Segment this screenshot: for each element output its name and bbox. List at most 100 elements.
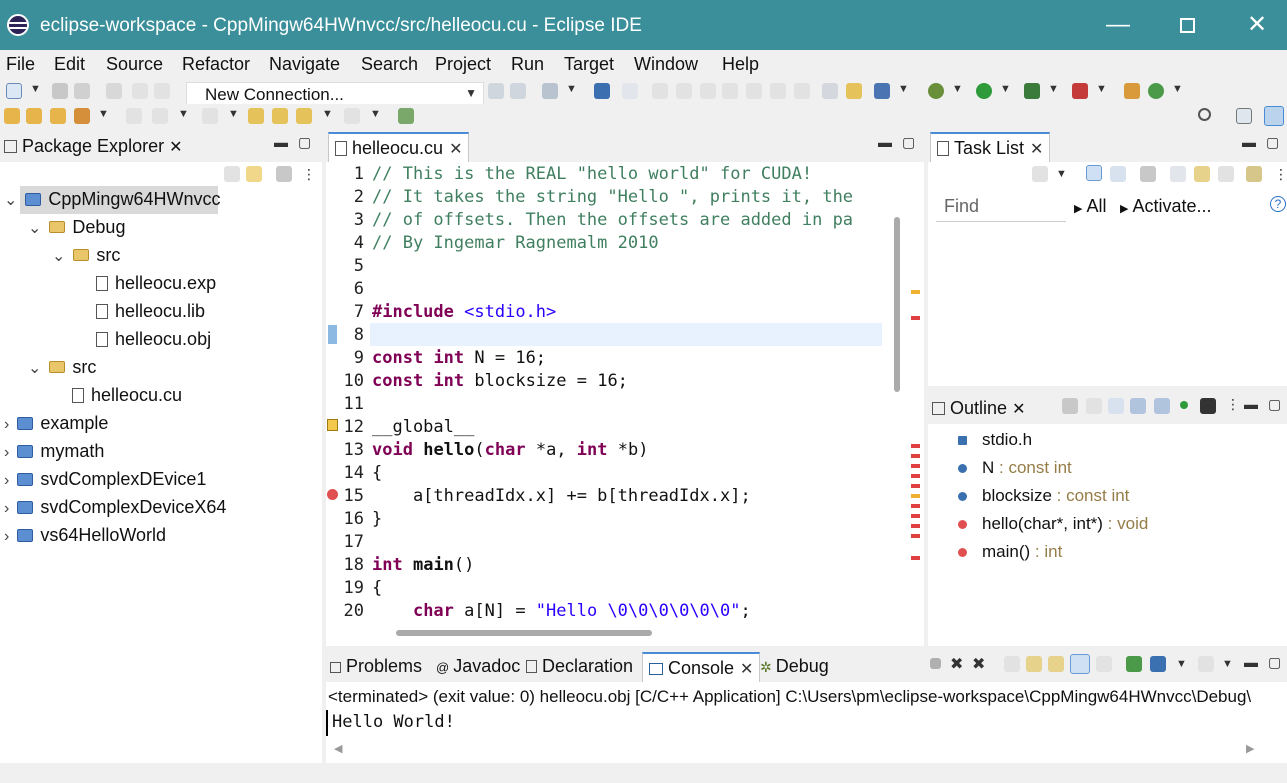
link-outline-icon[interactable] bbox=[1062, 398, 1078, 414]
menu-window[interactable]: Window bbox=[634, 54, 698, 75]
chevron-down-icon[interactable]: ⌄ bbox=[28, 360, 41, 377]
outline-item[interactable]: hello(char*, int*) : void bbox=[982, 514, 1148, 534]
terminal-icon[interactable] bbox=[594, 83, 610, 99]
tab-outline[interactable]: Outline ✕ bbox=[932, 398, 1025, 419]
open-type-icon[interactable] bbox=[26, 108, 42, 124]
tree-item[interactable]: ⌄ CppMingw64HWnvcc bbox=[4, 189, 220, 210]
overview-error-marker[interactable] bbox=[911, 474, 920, 478]
open-folder-icon[interactable] bbox=[4, 108, 20, 124]
code-editor[interactable]: 1 // This is the REAL "hello world" for C… bbox=[326, 162, 924, 618]
maximize-view-icon[interactable]: ▢ bbox=[1266, 134, 1279, 151]
sort-icon[interactable] bbox=[1108, 398, 1124, 414]
chevron-right-icon[interactable]: › bbox=[4, 500, 9, 517]
tree-item[interactable]: › vs64HelloWorld bbox=[4, 525, 166, 546]
step-into-icon[interactable] bbox=[746, 83, 762, 99]
display-console-icon[interactable] bbox=[1150, 656, 1166, 672]
launch-dropdown-icon[interactable]: ▼ bbox=[566, 83, 577, 95]
skip-breakpoints-icon[interactable] bbox=[622, 83, 638, 99]
build-icon[interactable] bbox=[106, 83, 122, 99]
chevron-down-icon[interactable]: ⌄ bbox=[28, 220, 41, 237]
scroll-left-icon[interactable]: ◀ bbox=[334, 742, 342, 755]
show-stdout-icon[interactable] bbox=[1070, 654, 1090, 674]
refresh-dropdown-icon[interactable]: ▼ bbox=[1172, 83, 1183, 95]
overview-error-marker[interactable] bbox=[911, 524, 920, 528]
menu-run[interactable]: Run bbox=[511, 54, 544, 75]
overview-error-marker[interactable] bbox=[911, 514, 920, 518]
sync-icon[interactable] bbox=[1194, 166, 1210, 182]
activate-link[interactable]: ▶ Activate... bbox=[1120, 196, 1212, 217]
tab-problems[interactable]: Problems bbox=[330, 656, 422, 677]
outline-item[interactable]: blocksize : const int bbox=[982, 486, 1129, 506]
tab-package-explorer[interactable]: Package Explorer ✕ bbox=[4, 136, 183, 157]
outline-item[interactable]: N : const int bbox=[982, 458, 1072, 478]
c-cpp-perspective-icon[interactable] bbox=[1264, 106, 1284, 126]
new-class-icon[interactable] bbox=[874, 83, 890, 99]
scroll-lock-icon[interactable] bbox=[1026, 656, 1042, 672]
display-console-dropdown-icon[interactable]: ▼ bbox=[1176, 658, 1187, 670]
open-element-icon[interactable] bbox=[50, 108, 66, 124]
tree-item[interactable]: › mymath bbox=[4, 441, 104, 462]
overview-error-marker[interactable] bbox=[911, 504, 920, 508]
overview-error-marker[interactable] bbox=[911, 454, 920, 458]
overview-error-marker[interactable] bbox=[911, 464, 920, 468]
tree-item[interactable]: › example bbox=[4, 413, 108, 434]
chevron-down-icon[interactable]: ⌄ bbox=[4, 192, 17, 209]
tab-debug[interactable]: ✲ Debug bbox=[760, 656, 829, 677]
maximize-view-icon[interactable]: ▢ bbox=[1268, 654, 1281, 671]
last-edit-icon[interactable] bbox=[248, 108, 264, 124]
tree-item[interactable]: ⌄ src bbox=[52, 245, 120, 266]
pin-console-icon[interactable] bbox=[1126, 656, 1142, 672]
tab-declaration[interactable]: Declaration bbox=[526, 656, 633, 677]
scroll-right-icon[interactable]: ▶ bbox=[1246, 742, 1254, 755]
overview-error-marker[interactable] bbox=[911, 484, 920, 488]
chevron-right-icon[interactable]: › bbox=[4, 528, 9, 545]
step-over-icon[interactable] bbox=[770, 83, 786, 99]
chevron-right-icon[interactable]: › bbox=[4, 416, 9, 433]
remove-all-icon[interactable]: ✖ bbox=[972, 654, 985, 674]
scheduled-icon[interactable] bbox=[1110, 166, 1126, 182]
overview-error-marker[interactable] bbox=[911, 534, 920, 538]
focus-icon[interactable] bbox=[1170, 166, 1186, 182]
tree-item[interactable]: › svdComplexDeviceX64 bbox=[4, 497, 226, 518]
task-find-input[interactable]: Find bbox=[936, 192, 1066, 222]
tree-item[interactable]: helleocu.exp bbox=[76, 273, 216, 294]
redo-icon[interactable] bbox=[154, 83, 170, 99]
external-tools-icon[interactable] bbox=[1072, 83, 1088, 99]
save-icon[interactable] bbox=[52, 83, 68, 99]
disconnect-icon[interactable] bbox=[510, 83, 526, 99]
connection-select[interactable]: New Connection... ▼ bbox=[186, 82, 484, 106]
tab-javadoc[interactable]: @ Javadoc bbox=[436, 656, 520, 677]
annotation-icon[interactable] bbox=[126, 108, 142, 124]
show-stderr-icon[interactable] bbox=[1096, 656, 1112, 672]
coverage-icon[interactable] bbox=[1024, 83, 1040, 99]
help-icon[interactable]: ? bbox=[1270, 196, 1286, 212]
chevron-down-icon[interactable]: ⌄ bbox=[52, 248, 65, 265]
outline-item[interactable]: main() : int bbox=[982, 542, 1062, 562]
close-icon[interactable]: ✕ bbox=[449, 141, 462, 158]
back-icon[interactable] bbox=[296, 108, 312, 124]
overview-warning-marker[interactable] bbox=[911, 494, 920, 498]
view-menu-icon[interactable]: ⋮ bbox=[1226, 396, 1240, 413]
next-annotation-dropdown-icon[interactable]: ▼ bbox=[178, 108, 189, 120]
new-task-icon[interactable] bbox=[1032, 166, 1048, 182]
close-icon[interactable]: ✕ bbox=[1012, 401, 1025, 418]
collapse-icon[interactable] bbox=[1218, 166, 1234, 182]
menu-project[interactable]: Project bbox=[435, 54, 491, 75]
view-menu-icon[interactable]: ⋮ bbox=[302, 166, 316, 183]
debug-icon[interactable] bbox=[928, 83, 944, 99]
minimize-button[interactable]: — bbox=[1098, 10, 1138, 42]
back-history-icon[interactable] bbox=[272, 108, 288, 124]
open-console-icon[interactable] bbox=[1198, 656, 1214, 672]
open-perspective-icon[interactable] bbox=[1236, 108, 1252, 124]
prev-annotation-icon[interactable] bbox=[202, 108, 218, 124]
vertical-scrollbar[interactable] bbox=[894, 217, 900, 392]
run-icon[interactable] bbox=[976, 83, 992, 99]
prev-annotation-dropdown-icon[interactable]: ▼ bbox=[228, 108, 239, 120]
categorized-icon[interactable] bbox=[1086, 165, 1102, 181]
menu-refactor[interactable]: Refactor bbox=[182, 54, 250, 75]
external-tools-dropdown-icon[interactable]: ▼ bbox=[1096, 83, 1107, 95]
search-tool-icon[interactable] bbox=[74, 108, 90, 124]
chevron-right-icon[interactable]: › bbox=[4, 444, 9, 461]
close-icon[interactable]: ✕ bbox=[1030, 141, 1043, 158]
forward-dropdown-icon[interactable]: ▼ bbox=[370, 108, 381, 120]
